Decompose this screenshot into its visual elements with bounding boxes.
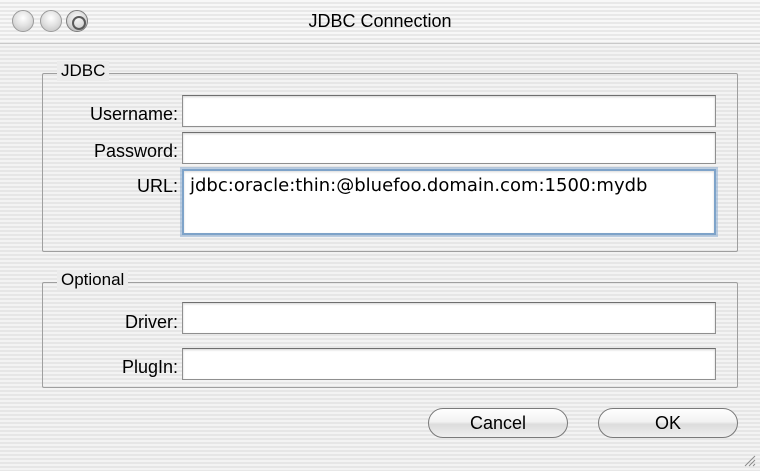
jdbc-group-label: JDBC — [57, 61, 110, 81]
ok-button[interactable]: OK — [598, 408, 738, 438]
cancel-button[interactable]: Cancel — [428, 408, 568, 438]
username-field[interactable] — [182, 95, 716, 127]
driver-label: Driver: — [125, 312, 178, 332]
jdbc-connection-window: JDBC Connection JDBC Username: Password:… — [0, 0, 760, 471]
url-label: URL: — [136, 176, 178, 196]
resize-grip-icon[interactable] — [742, 453, 756, 467]
title-bar[interactable]: JDBC Connection — [0, 0, 760, 44]
password-field[interactable] — [182, 132, 716, 164]
password-label: Password: — [93, 141, 178, 161]
plugin-field[interactable] — [182, 348, 716, 380]
url-field[interactable]: jdbc:oracle:thin:@bluefoo.domain.com:150… — [182, 169, 716, 235]
window-title: JDBC Connection — [308, 11, 452, 31]
driver-field[interactable] — [182, 302, 716, 334]
plugin-label: PlugIn: — [121, 357, 178, 377]
username-label: Username: — [89, 104, 178, 124]
optional-group-label: Optional — [57, 270, 129, 290]
